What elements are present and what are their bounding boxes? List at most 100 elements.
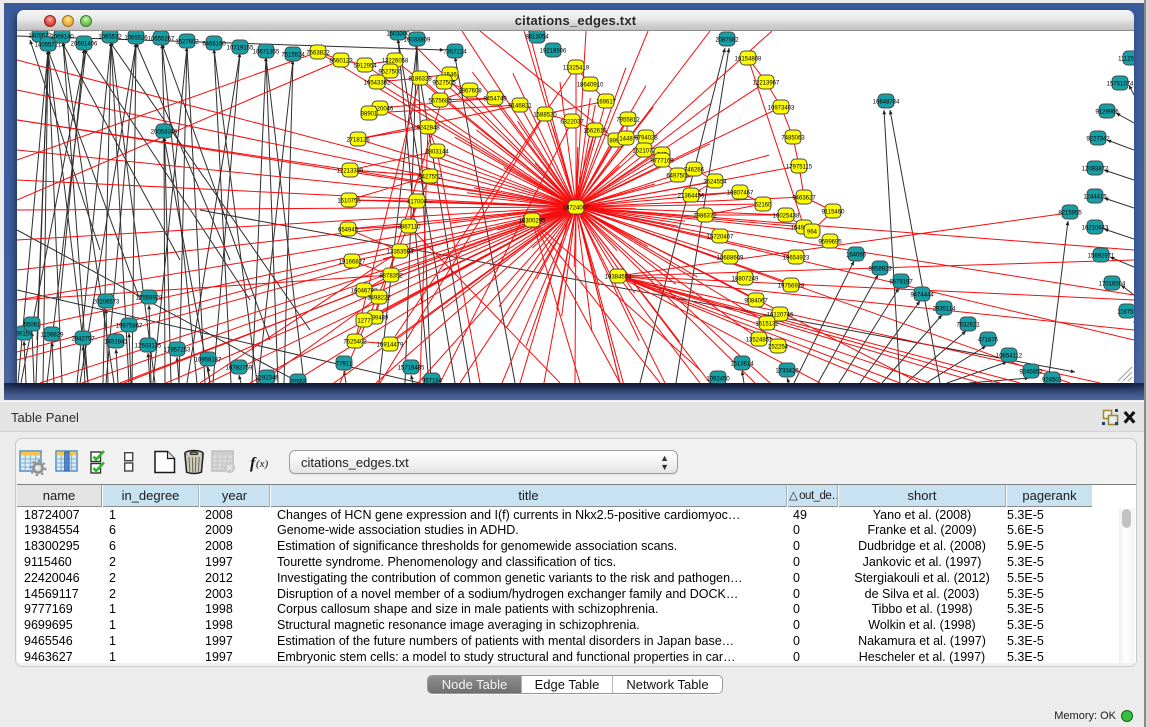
svg-text:8427552: 8427552 [418, 174, 442, 180]
svg-text:8215955: 8215955 [1058, 210, 1082, 216]
svg-text:7625402: 7625402 [343, 339, 367, 345]
svg-text:8186328: 8186328 [408, 76, 432, 82]
svg-text:924501: 924501 [1042, 377, 1063, 383]
svg-text:9115460: 9115460 [822, 209, 846, 215]
svg-text:5912954: 5912954 [353, 63, 377, 69]
svg-text:18807249: 18807249 [732, 276, 759, 282]
svg-text:5675685: 5675685 [428, 98, 452, 104]
svg-text:1527602: 1527602 [175, 39, 199, 45]
svg-text:252254: 252254 [768, 344, 789, 350]
svg-text:10688609: 10688609 [717, 255, 744, 261]
svg-text:1621072: 1621072 [632, 148, 656, 154]
svg-text:654945: 654945 [338, 227, 359, 233]
svg-text:1615132: 1615132 [755, 321, 779, 327]
svg-text:10973403: 10973403 [768, 105, 795, 111]
svg-text:957164: 957164 [422, 378, 443, 383]
svg-text:8878352: 8878352 [379, 273, 403, 279]
svg-text:1092450: 1092450 [706, 376, 730, 382]
svg-text:16543362: 16543362 [364, 80, 391, 86]
svg-text:15751074: 15751074 [1107, 81, 1134, 87]
svg-text:6679197: 6679197 [889, 279, 913, 285]
svg-text:1156829: 1156829 [41, 332, 65, 338]
svg-text:17975115: 17975115 [786, 164, 813, 170]
svg-text:21364456: 21364456 [678, 193, 705, 199]
svg-text:1244415: 1244415 [1083, 194, 1107, 200]
svg-text:18724007: 18724007 [563, 205, 590, 211]
svg-text:7485063: 7485063 [781, 135, 805, 141]
svg-text:3624554: 3624554 [703, 179, 727, 185]
svg-text:2803144: 2803144 [425, 149, 449, 155]
svg-text:16914479: 16914479 [377, 342, 404, 348]
svg-text:1277: 1277 [357, 318, 371, 324]
svg-text:11325419: 11325419 [563, 65, 590, 71]
svg-text:2942757: 2942757 [71, 336, 95, 342]
svg-text:9227342: 9227342 [1086, 136, 1110, 142]
svg-text:2935114: 2935114 [933, 306, 957, 312]
svg-text:3867110: 3867110 [398, 224, 422, 230]
svg-text:7955812: 7955812 [616, 117, 640, 123]
svg-text:9245652: 9245652 [1019, 369, 1043, 375]
svg-text:19384554: 19384554 [605, 274, 632, 280]
svg-text:964: 964 [807, 229, 818, 235]
svg-text:3498222: 3498222 [367, 295, 391, 301]
svg-text:20553: 20553 [290, 379, 307, 383]
svg-text:1588520: 1588520 [533, 112, 557, 118]
svg-text:15716485: 15716485 [398, 365, 425, 371]
svg-text:77911: 77911 [336, 361, 353, 367]
svg-text:10719155: 10719155 [227, 45, 254, 51]
svg-text:17957253: 17957253 [164, 347, 191, 353]
svg-text:169617: 169617 [596, 99, 617, 105]
svg-text:7515524: 7515524 [281, 52, 305, 58]
svg-text:15692971: 15692971 [1088, 253, 1115, 259]
svg-text:471676: 471676 [978, 337, 999, 343]
svg-text:12093872: 12093872 [1082, 166, 1109, 172]
svg-text:1065532: 1065532 [98, 34, 122, 40]
svg-text:19975867: 19975867 [116, 323, 143, 329]
svg-text:98901: 98901 [361, 111, 378, 117]
svg-text:1065526: 1065526 [124, 35, 148, 41]
svg-text:1610755: 1610755 [337, 198, 361, 204]
svg-text:2069140: 2069140 [50, 34, 74, 40]
svg-text:55061: 55061 [24, 322, 41, 328]
svg-text:6322037: 6322037 [560, 119, 584, 125]
svg-text:10025438: 10025438 [773, 213, 800, 219]
svg-text:6466160: 6466160 [202, 41, 226, 47]
svg-text:1513614: 1513614 [730, 361, 754, 367]
svg-text:18300295: 18300295 [519, 218, 546, 224]
svg-text:9129966: 9129966 [1095, 109, 1119, 115]
svg-text:1448: 1448 [619, 136, 633, 142]
svg-text:9463627: 9463627 [792, 195, 816, 201]
svg-text:16033809: 16033809 [404, 37, 431, 43]
svg-text:2087682: 2087682 [715, 37, 739, 43]
svg-text:7357224: 7357224 [443, 49, 467, 55]
svg-text:9242848: 9242848 [416, 125, 440, 131]
svg-text:9527505: 9527505 [432, 80, 456, 86]
svg-text:7632621: 7632621 [956, 322, 980, 328]
svg-text:11125419: 11125419 [1118, 56, 1134, 62]
svg-text:9777169: 9777169 [650, 158, 674, 164]
svg-text:1562615: 1562615 [583, 128, 607, 134]
svg-text:2718126: 2718126 [346, 137, 370, 143]
svg-text:20206573: 20206573 [93, 299, 120, 305]
svg-text:8454749: 8454749 [483, 96, 507, 102]
svg-text:19218506: 19218506 [540, 48, 567, 54]
svg-text:10958187: 10958187 [195, 357, 222, 363]
svg-text:116753: 116753 [1117, 309, 1134, 315]
svg-text:16648784: 16648784 [873, 99, 900, 105]
svg-text:8813054: 8813054 [525, 34, 549, 40]
svg-text:16154808: 16154808 [735, 56, 762, 62]
svg-text:8958923: 8958923 [868, 266, 892, 272]
svg-text:12503135: 12503135 [135, 343, 162, 349]
svg-text:1451941: 1451941 [104, 339, 128, 345]
svg-text:1733426: 1733426 [775, 368, 799, 374]
svg-text:20053346: 20053346 [151, 129, 178, 135]
svg-text:19756928: 19756928 [778, 283, 805, 289]
svg-text:417004: 417004 [407, 199, 428, 205]
svg-text:18640910: 18640910 [577, 82, 604, 88]
svg-text:9527500: 9527500 [378, 69, 402, 75]
svg-text:6794028: 6794028 [634, 135, 658, 141]
svg-text:9699695: 9699695 [818, 239, 842, 245]
svg-text:13353594: 13353594 [387, 249, 414, 255]
svg-text:15720407: 15720407 [707, 234, 734, 240]
svg-text:16210643: 16210643 [1082, 225, 1109, 231]
